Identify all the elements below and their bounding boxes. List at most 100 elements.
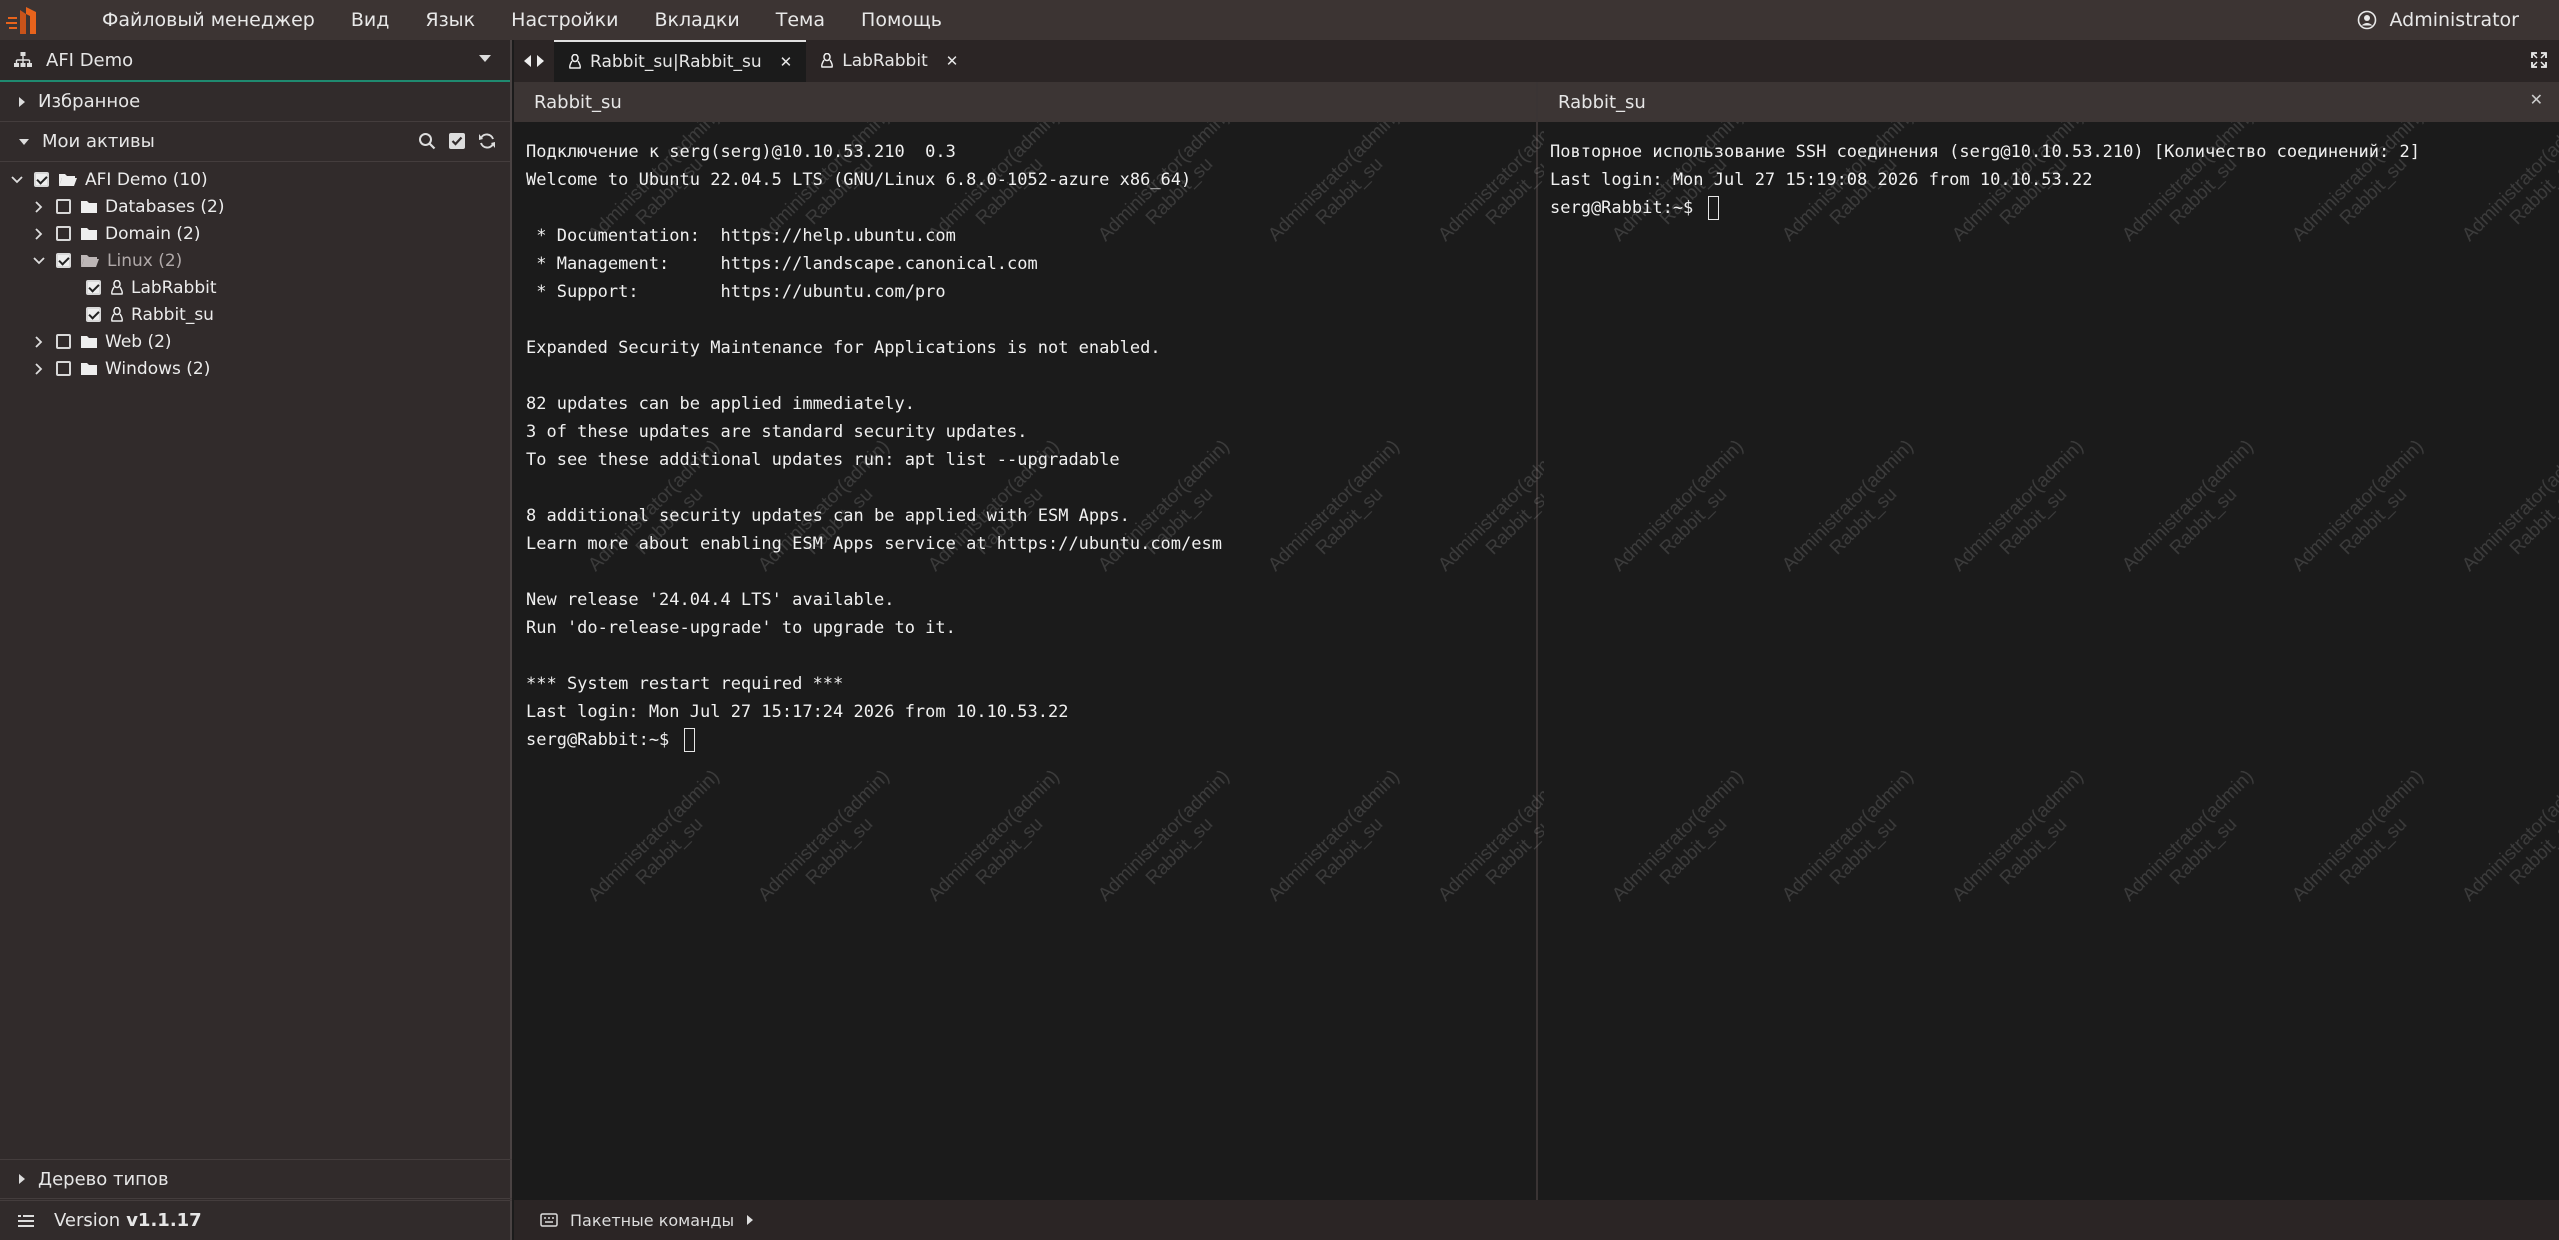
tree-node-databases[interactable]: Databases (2) xyxy=(0,193,510,220)
terminal-line: Подключение к serg(serg)@10.10.53.210 0.… xyxy=(526,142,956,162)
terminal-line: New release '24.04.4 LTS' available. xyxy=(526,590,895,610)
tree-node-windows[interactable]: Windows (2) xyxy=(0,355,510,382)
menu-view[interactable]: Вид xyxy=(333,0,408,40)
checkbox[interactable] xyxy=(86,280,101,295)
tab-label: Rabbit_su|Rabbit_su xyxy=(590,52,762,72)
caret-right-icon[interactable] xyxy=(746,1214,754,1226)
terminal-line: * Documentation: https://help.ubuntu.com xyxy=(526,226,956,246)
pane-title: Rabbit_su xyxy=(534,91,622,113)
menu-settings[interactable]: Настройки xyxy=(493,0,636,40)
chevron-right-icon[interactable] xyxy=(30,227,48,240)
folder-icon xyxy=(81,228,97,240)
terminal-line: Повторное использование SSH соединения (… xyxy=(1550,142,2420,162)
terminal-line: Run 'do-release-upgrade' to upgrade to i… xyxy=(526,618,956,638)
tree-node-linux[interactable]: Linux (2) xyxy=(0,247,510,274)
sidebar: AFI Demo Избранное Мои активы AFI Demo (… xyxy=(0,40,512,1240)
menu-help[interactable]: Помощь xyxy=(843,0,960,40)
caret-down-icon xyxy=(19,138,29,145)
search-icon[interactable] xyxy=(418,132,436,150)
menu-file-manager[interactable]: Файловый менеджер xyxy=(46,0,333,40)
menu-tabs[interactable]: Вкладки xyxy=(636,0,757,40)
terminal-line: Last login: Mon Jul 27 15:19:08 2026 fro… xyxy=(1550,170,2093,190)
folder-open-icon xyxy=(81,255,99,267)
checkbox[interactable] xyxy=(86,307,101,322)
folder-icon xyxy=(81,201,97,213)
checkbox[interactable] xyxy=(56,361,71,376)
terminal-line: *** System restart required *** xyxy=(526,674,844,694)
terminal-line: Last login: Mon Jul 27 15:17:24 2026 fro… xyxy=(526,702,1069,722)
app-logo-icon[interactable] xyxy=(0,0,46,40)
asset-tree: AFI Demo (10) Databases (2) Domain (2) L… xyxy=(0,162,510,382)
refresh-icon[interactable] xyxy=(478,132,496,150)
tree-label: Rabbit_su xyxy=(131,304,214,325)
terminal-line: Expanded Security Maintenance for Applic… xyxy=(526,338,1161,358)
chevron-right-icon[interactable] xyxy=(30,362,48,375)
chevron-down-icon[interactable] xyxy=(8,175,26,184)
chevron-right-icon[interactable] xyxy=(30,200,48,213)
tab-prev-icon[interactable] xyxy=(523,54,532,68)
menu-language[interactable]: Язык xyxy=(407,0,493,40)
batch-commands-button[interactable]: Пакетные команды xyxy=(570,1211,734,1230)
check-all-icon[interactable] xyxy=(448,132,466,150)
version-value: v1.1.17 xyxy=(126,1210,202,1231)
terminal-line: Welcome to Ubuntu 22.04.5 LTS (GNU/Linux… xyxy=(526,170,1192,190)
checkbox[interactable] xyxy=(34,172,49,187)
terminal-line: 3 of these updates are standard security… xyxy=(526,422,1028,442)
menu-theme[interactable]: Тема xyxy=(758,0,843,40)
tree-label: Domain (2) xyxy=(105,223,201,244)
folder-icon xyxy=(81,363,97,375)
list-icon[interactable] xyxy=(18,1214,34,1228)
chevron-right-icon[interactable] xyxy=(30,335,48,348)
type-tree-section[interactable]: Дерево типов xyxy=(0,1159,512,1199)
checkbox[interactable] xyxy=(56,253,71,268)
terminal-line: 8 additional security updates can be app… xyxy=(526,506,1130,526)
tree-label: Windows (2) xyxy=(105,358,211,379)
pane-title: Rabbit_su xyxy=(1558,91,1646,113)
terminal-line: serg@Rabbit:~$ xyxy=(526,726,1536,754)
tab-label: LabRabbit xyxy=(842,51,928,71)
terminal-left[interactable]: Подключение к serg(serg)@10.10.53.210 0.… xyxy=(514,122,1536,1200)
checkbox[interactable] xyxy=(56,226,71,241)
user-menu[interactable]: Administrator xyxy=(2357,0,2519,40)
terminal-line: Learn more about enabling ESM Apps servi… xyxy=(526,534,1222,554)
fullscreen-icon[interactable] xyxy=(2531,52,2547,68)
checkbox[interactable] xyxy=(56,199,71,214)
tree-node-domain[interactable]: Domain (2) xyxy=(0,220,510,247)
workspace-selector[interactable]: AFI Demo xyxy=(0,40,510,82)
type-tree-label: Дерево типов xyxy=(38,1168,169,1190)
terminal-line: To see these additional updates run: apt… xyxy=(526,450,1120,470)
tab-bar: Rabbit_su|Rabbit_su ✕ LabRabbit ✕ xyxy=(514,40,2559,82)
tree-label: Databases (2) xyxy=(105,196,225,217)
workspace-selector-value: AFI Demo xyxy=(46,49,134,71)
close-icon[interactable]: ✕ xyxy=(2530,90,2543,109)
terminal-line: 82 updates can be applied immediately. xyxy=(526,394,915,414)
caret-right-icon xyxy=(19,96,25,107)
tree-node-root[interactable]: AFI Demo (10) xyxy=(0,166,510,193)
tree-node-labrabbit[interactable]: LabRabbit xyxy=(0,274,510,301)
tab-labrabbit[interactable]: LabRabbit ✕ xyxy=(806,40,972,82)
chevron-down-icon[interactable] xyxy=(478,54,492,64)
tab-next-icon[interactable] xyxy=(536,54,545,68)
my-assets-section[interactable]: Мои активы xyxy=(0,122,510,162)
my-assets-label: Мои активы xyxy=(42,131,155,152)
terminal-right[interactable]: Повторное использование SSH соединения (… xyxy=(1538,122,2559,1200)
status-bar: Пакетные команды xyxy=(514,1200,2559,1240)
close-icon[interactable]: ✕ xyxy=(780,53,793,71)
chevron-down-icon[interactable] xyxy=(30,256,48,265)
checkbox[interactable] xyxy=(56,334,71,349)
tab-rabbit-su[interactable]: Rabbit_su|Rabbit_su ✕ xyxy=(554,40,807,82)
tab-nav xyxy=(514,54,554,68)
tree-node-rabbit-su[interactable]: Rabbit_su xyxy=(0,301,510,328)
favorites-section[interactable]: Избранное xyxy=(0,82,510,122)
tree-node-web[interactable]: Web (2) xyxy=(0,328,510,355)
close-icon[interactable]: ✕ xyxy=(946,52,959,70)
pane-header-right: Rabbit_su ✕ xyxy=(1538,82,2559,122)
tree-label: Linux (2) xyxy=(107,250,183,271)
folder-open-icon xyxy=(59,174,77,186)
caret-right-icon xyxy=(19,1174,25,1184)
menu-bar: Файловый менеджер Вид Язык Настройки Вкл… xyxy=(0,0,2559,40)
linux-tux-icon xyxy=(111,306,123,322)
